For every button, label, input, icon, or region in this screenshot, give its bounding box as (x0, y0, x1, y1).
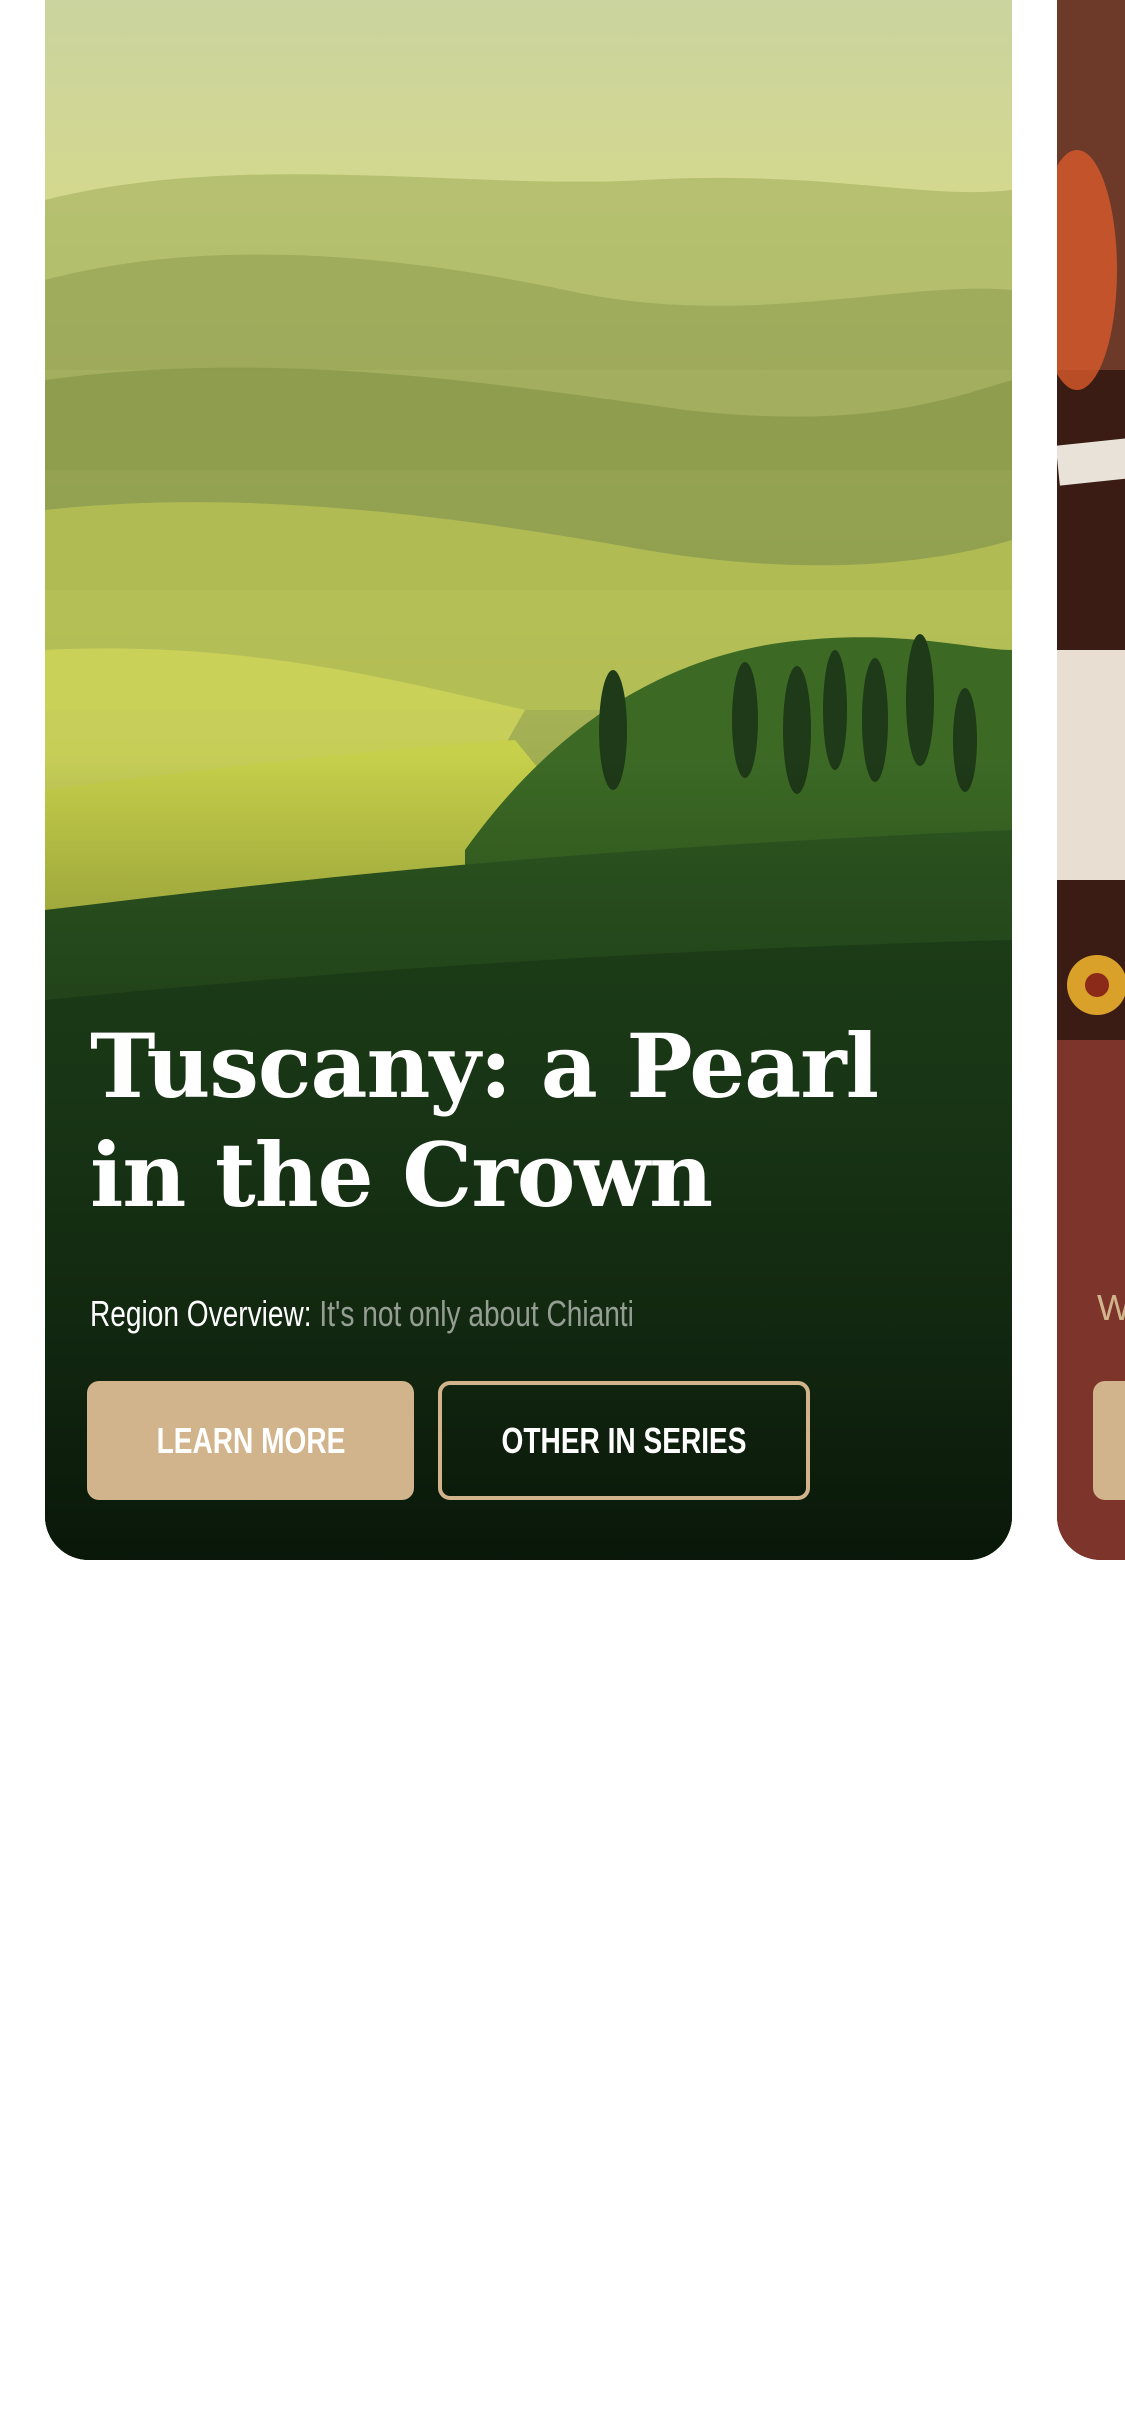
other-in-series-label: OTHER IN SERIES (501, 1419, 747, 1461)
learn-more-button[interactable]: LEARN MORE (87, 1381, 414, 1500)
food-platter-image: W (1057, 0, 1125, 1560)
other-in-series-button[interactable]: OTHER IN SERIES (438, 1381, 810, 1500)
card-title: Tuscany: a Pearl in the Crown (90, 1014, 879, 1227)
card-text-block: Tuscany: a Pearl in the Crown Region Ove… (90, 1012, 972, 1336)
card-actions: LEARN MORE OTHER IN SERIES (87, 1381, 810, 1500)
screen: Tuscany: a Pearl in the Crown Region Ove… (0, 0, 1125, 2436)
subtitle-label: Region Overview: (90, 1293, 312, 1334)
card-subtitle: Region Overview: It's not only about Chi… (90, 1292, 778, 1336)
next-feature-card[interactable]: W (1057, 0, 1125, 1560)
subtitle-text: It's not only about Chianti (311, 1293, 634, 1334)
peek-subtitle-initial: W (1097, 1287, 1125, 1328)
learn-more-label: LEARN MORE (156, 1419, 345, 1461)
feature-card-tuscany[interactable]: Tuscany: a Pearl in the Crown Region Ove… (45, 0, 1012, 1560)
